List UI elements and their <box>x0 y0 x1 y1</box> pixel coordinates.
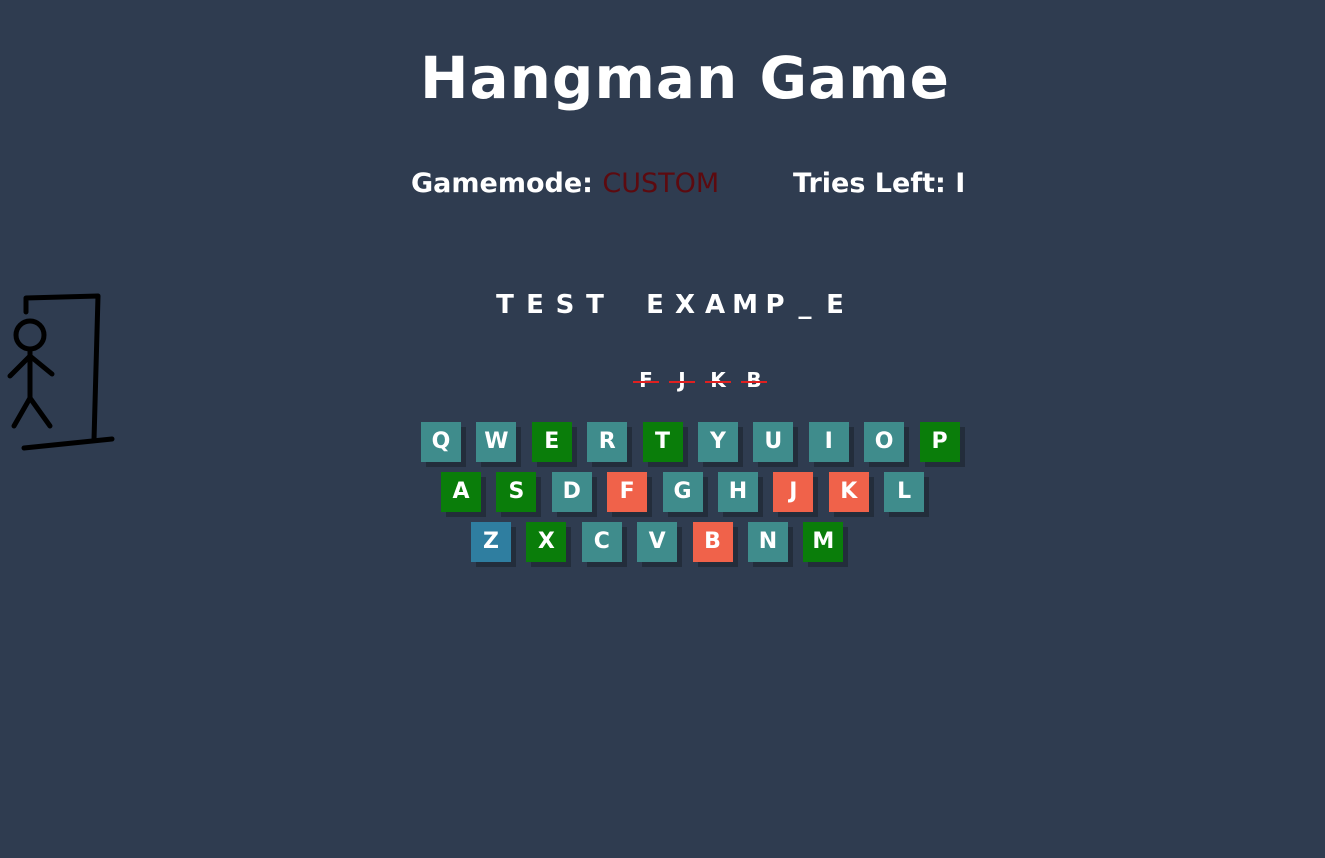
wrong-guess-letter: B <box>736 368 772 392</box>
key-j[interactable]: J <box>773 472 814 512</box>
key-o[interactable]: O <box>864 422 905 462</box>
key-t[interactable]: T <box>642 422 683 462</box>
page-title: Hangman Game <box>419 44 951 112</box>
tries-status: Tries Left: I <box>793 168 965 199</box>
keyboard-row-2: ASDFGHJKL <box>441 472 940 512</box>
key-x[interactable]: X <box>526 522 567 562</box>
key-m[interactable]: M <box>803 522 844 562</box>
word-space <box>610 287 640 323</box>
key-n[interactable]: N <box>747 522 788 562</box>
keyboard-row-3: ZXCVBNM <box>471 522 859 562</box>
gamemode-status: Gamemode: CUSTOM <box>411 168 719 199</box>
gamemode-label: Gamemode: <box>411 168 593 199</box>
key-g[interactable]: G <box>662 472 703 512</box>
key-q[interactable]: Q <box>421 422 461 462</box>
gamemode-value: CUSTOM <box>602 168 720 199</box>
word-letter: P <box>765 290 785 320</box>
key-w[interactable]: W <box>476 422 517 462</box>
word-letter: S <box>555 290 575 320</box>
tries-value: I <box>955 168 966 199</box>
word-letter: E <box>646 290 664 320</box>
key-a[interactable]: A <box>441 472 481 512</box>
wrong-guess-letter: K <box>700 368 736 392</box>
word-letter: E <box>526 290 544 320</box>
word-letter: M <box>732 290 758 320</box>
key-b[interactable]: B <box>692 522 733 562</box>
key-l[interactable]: L <box>884 472 925 512</box>
word-letter: T <box>496 290 514 320</box>
key-k[interactable]: K <box>828 472 869 512</box>
key-c[interactable]: C <box>581 522 622 562</box>
word-letter: T <box>586 290 604 320</box>
key-e[interactable]: E <box>531 422 572 462</box>
key-s[interactable]: S <box>496 472 537 512</box>
word-letter: A <box>704 290 726 320</box>
key-f[interactable]: F <box>607 472 648 512</box>
key-i[interactable]: I <box>808 422 849 462</box>
game-screen: Hangman Game Gamemode: CUSTOM Tries Left… <box>0 0 1325 858</box>
word-letter: E <box>826 290 844 320</box>
wrong-guess-letter: F <box>628 368 664 392</box>
key-u[interactable]: U <box>753 422 794 462</box>
wrong-guess-letter: J <box>664 368 700 392</box>
keyboard-row-1: QWERTYUIOP <box>421 422 975 462</box>
word-display: TEST E X A M P _ E <box>490 287 850 327</box>
key-y[interactable]: Y <box>697 422 738 462</box>
key-z[interactable]: Z <box>471 522 511 562</box>
key-v[interactable]: V <box>637 522 678 562</box>
key-r[interactable]: R <box>587 422 628 462</box>
word-letter: X <box>674 290 696 320</box>
tries-label: Tries Left: <box>793 168 946 199</box>
word-letter: _ <box>798 290 812 320</box>
stick-figure-gallows-icon <box>0 288 120 462</box>
wrong-guesses: FJKB <box>628 368 772 392</box>
key-d[interactable]: D <box>551 472 592 512</box>
key-p[interactable]: P <box>919 422 960 462</box>
key-h[interactable]: H <box>717 472 758 512</box>
